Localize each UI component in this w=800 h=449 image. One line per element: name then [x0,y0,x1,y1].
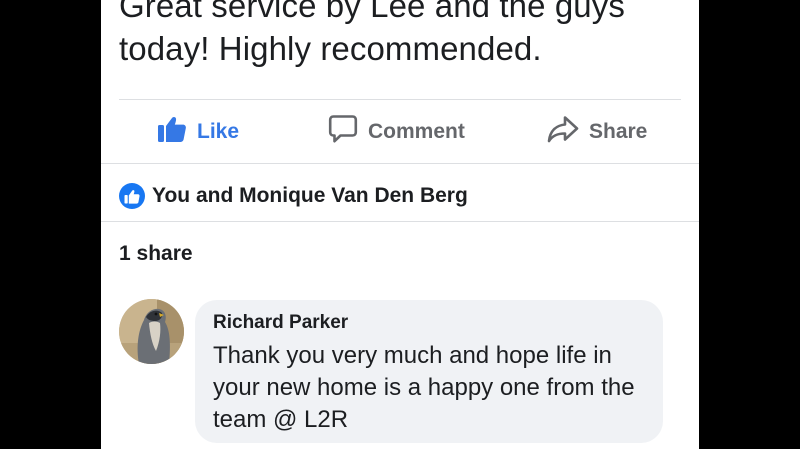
comment-text: Thank you very much and hope life in you… [213,342,635,433]
post-card: Great service by Lee and the guys today!… [101,0,699,449]
reactions-text: You and Monique Van Den Berg [152,184,468,207]
like-label: Like [197,119,240,143]
screen: Great service by Lee and the guys today!… [0,0,800,449]
post-action-bar: Like Comment Share [101,100,699,163]
reactions-divider [101,221,699,222]
thumbs-up-icon [157,115,187,149]
comment-label: Comment [368,119,465,143]
comment-button[interactable]: Comment [328,100,465,163]
comment-bubble: Richard Parker Thank you very much and h… [195,300,663,443]
share-count[interactable]: 1 share [119,238,193,270]
reactions-summary[interactable]: You and Monique Van Den Berg [119,178,468,214]
post-text: Great service by Lee and the guys today!… [119,0,625,67]
avatar[interactable] [119,299,184,364]
share-button[interactable]: Share [547,100,647,163]
comment-author[interactable]: Richard Parker [213,312,348,334]
action-divider [101,163,699,164]
like-reaction-icon [119,183,145,209]
speech-bubble-icon [328,114,358,150]
share-label: Share [589,119,648,143]
share-arrow-icon [547,115,579,149]
like-button[interactable]: Like [157,100,239,163]
